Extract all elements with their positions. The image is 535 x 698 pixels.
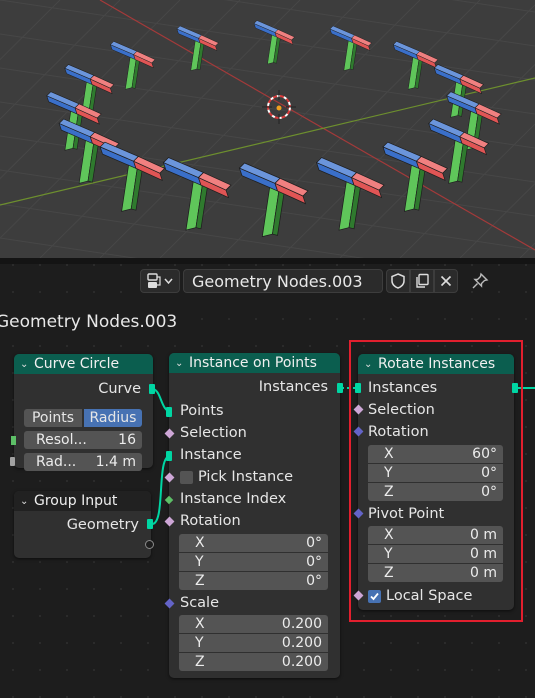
field-label: Rad...: [36, 454, 77, 470]
rotation-y-field[interactable]: Y 0°: [179, 553, 328, 571]
curve-output-label: Curve: [98, 381, 141, 397]
t-instance: [238, 162, 309, 238]
curve-circle-header[interactable]: ⌄ Curve Circle: [14, 354, 153, 374]
curve-output-socket[interactable]: [149, 384, 155, 394]
collapse-chevron-icon[interactable]: ⌄: [175, 358, 185, 369]
axis-label: X: [195, 616, 205, 632]
points-input-socket[interactable]: [166, 407, 172, 417]
field-label: Resol...: [36, 432, 87, 448]
t-instance: [253, 20, 295, 65]
resolution-field[interactable]: Resol... 16: [24, 431, 142, 449]
curve-circle-node[interactable]: ⌄ Curve Circle Curve Points Radius Resol…: [14, 354, 153, 471]
group-input-header[interactable]: ⌄ Group Input: [14, 491, 151, 511]
mode-points-button[interactable]: Points: [24, 409, 82, 427]
scale-x-field[interactable]: X 0.200: [179, 615, 328, 633]
geometry-output-label: Geometry: [66, 517, 139, 533]
axis-value: 0°: [306, 554, 322, 570]
radius-field[interactable]: Rad... 1.4 m: [24, 453, 142, 471]
field-value: 1.4 m: [95, 454, 136, 470]
rotation-x-field[interactable]: X 0°: [179, 534, 328, 552]
points-input-label: Points: [180, 403, 224, 419]
mode-radius-button[interactable]: Radius: [84, 409, 142, 427]
collapse-chevron-icon[interactable]: ⌄: [20, 496, 30, 507]
resolution-input-socket[interactable]: [11, 436, 16, 445]
mode-selector[interactable]: Points Radius: [24, 409, 142, 427]
collapse-chevron-icon[interactable]: ⌄: [20, 359, 30, 370]
3d-viewport[interactable]: [0, 0, 535, 258]
node-editor[interactable]: Geometry Nodes.003 Geometry Nodes.003 ⌄: [0, 264, 535, 698]
pick-instance-checkbox[interactable]: [180, 470, 193, 484]
axis-label: X: [195, 535, 205, 551]
axis-value: 0°: [306, 535, 322, 551]
axis-label: Y: [195, 554, 204, 570]
scale-input-label: Scale: [180, 595, 220, 611]
node-title: Curve Circle: [34, 356, 120, 372]
instance-on-points-header[interactable]: ⌄ Instance on Points: [169, 353, 340, 373]
instance-input-label: Instance: [180, 447, 242, 463]
rotation-z-field[interactable]: Z 0°: [179, 572, 328, 590]
axis-label: Z: [195, 654, 205, 670]
grid-line: [399, 123, 535, 258]
geometry-output-socket[interactable]: [147, 519, 153, 529]
axis-value: 0°: [306, 573, 322, 589]
node-title: Instance on Points: [189, 355, 317, 371]
rotation-input-label: Rotation: [180, 513, 241, 529]
t-instance: [329, 25, 372, 71]
grid-line: [0, 237, 138, 258]
viewport-scene: [0, 0, 535, 258]
axis-value: 0.200: [281, 616, 322, 632]
instances-output-label: Instances: [258, 379, 328, 395]
pick-instance-toggle[interactable]: Pick Instance: [180, 467, 293, 487]
field-value: 16: [118, 432, 136, 448]
instances-output-socket[interactable]: [337, 383, 343, 393]
link-geometry-to-instance: [151, 455, 171, 525]
scale-z-field[interactable]: Z 0.200: [179, 653, 328, 671]
node-title: Group Input: [34, 493, 118, 509]
scale-y-field[interactable]: Y 0.200: [179, 634, 328, 652]
instance-input-socket[interactable]: [166, 451, 172, 461]
t-instance: [162, 157, 232, 231]
instance-index-label: Instance Index: [180, 491, 287, 507]
group-input-node[interactable]: ⌄ Group Input Geometry: [14, 491, 151, 558]
t-instance: [99, 141, 166, 212]
empty-output-socket[interactable]: [145, 540, 154, 549]
axis-value: 0.200: [281, 635, 322, 651]
pick-instance-label: Pick Instance: [198, 469, 294, 485]
instance-on-points-node[interactable]: ⌄ Instance on Points Instances Points Se…: [169, 353, 340, 678]
radius-input-socket[interactable]: [10, 457, 15, 466]
selection-input-label: Selection: [180, 425, 247, 441]
origin-point: [276, 105, 282, 111]
grid-line: [0, 0, 181, 180]
axis-label: Z: [195, 573, 205, 589]
t-instance: [110, 41, 156, 90]
axis-value: 0.200: [281, 654, 322, 670]
axis-label: Y: [195, 635, 204, 651]
highlight-box: [349, 340, 523, 622]
grid-line: [519, 242, 535, 258]
